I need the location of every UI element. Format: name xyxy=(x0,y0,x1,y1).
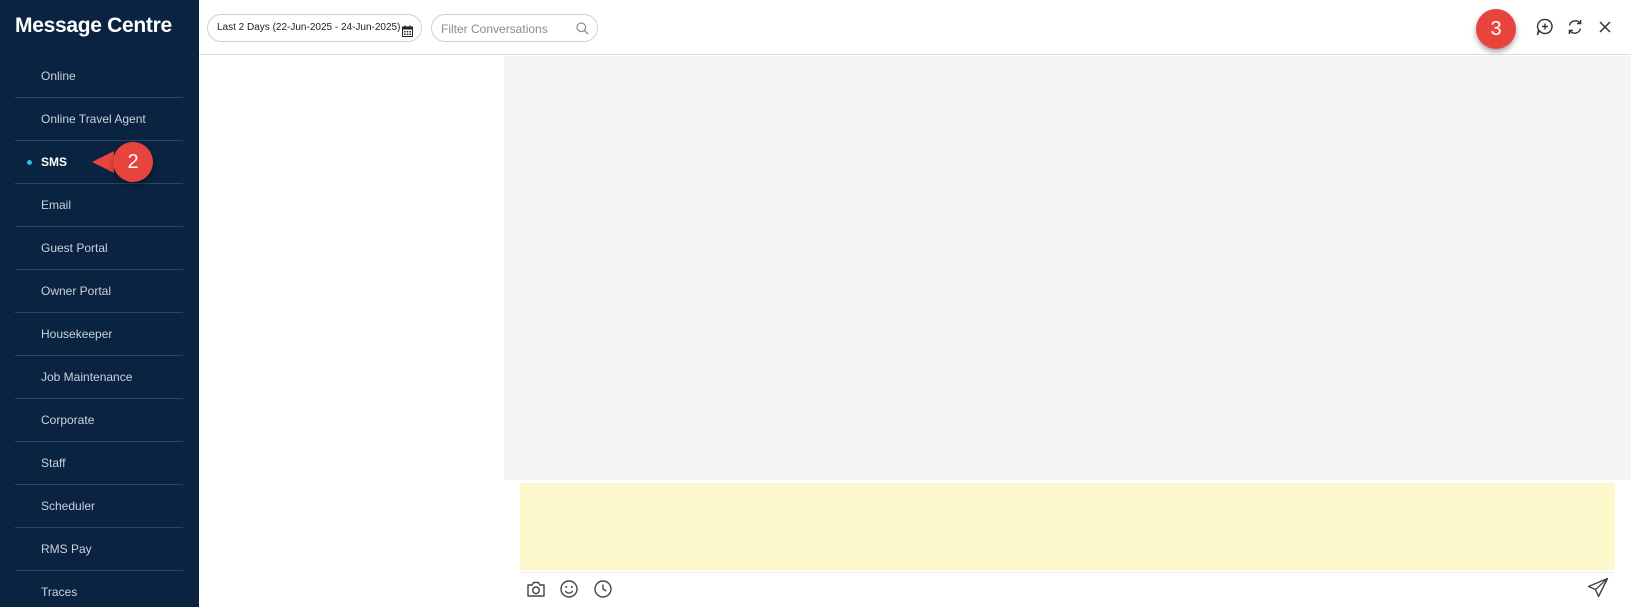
conversation-list xyxy=(199,56,504,607)
send-icon[interactable] xyxy=(1586,576,1609,598)
calendar-icon[interactable] xyxy=(402,22,413,48)
sidebar-item-label: Staff xyxy=(41,456,66,470)
close-icon[interactable] xyxy=(1595,17,1615,37)
sidebar-item-label: Traces xyxy=(41,585,78,599)
refresh-icon[interactable] xyxy=(1565,17,1585,37)
emoji-icon[interactable] xyxy=(558,578,580,600)
sidebar-item-rms-pay[interactable]: RMS Pay xyxy=(15,528,183,571)
active-indicator-dot xyxy=(27,160,32,165)
compose-divider xyxy=(520,572,1615,573)
top-toolbar: Last 2 Days (22-Jun-2025 - 24-Jun-2025) xyxy=(199,0,1631,55)
sidebar-item-online-travel-agent[interactable]: Online Travel Agent xyxy=(15,98,183,141)
sidebar-item-scheduler[interactable]: Scheduler xyxy=(15,485,183,528)
sidebar-item-label: Owner Portal xyxy=(41,284,112,298)
sidebar-item-email[interactable]: Email xyxy=(15,184,183,227)
sidebar-item-label: Corporate xyxy=(41,413,95,427)
sidebar-item-staff[interactable]: Staff xyxy=(15,442,183,485)
sidebar-title: Message Centre xyxy=(15,14,172,37)
sidebar-item-label: SMS xyxy=(41,155,68,169)
sidebar-nav: Online Online Travel Agent SMS Email Gue… xyxy=(15,55,183,607)
sidebar-item-label: Email xyxy=(41,198,72,212)
sidebar-item-owner-portal[interactable]: Owner Portal xyxy=(15,270,183,313)
sidebar-item-online[interactable]: Online xyxy=(15,55,183,98)
camera-icon[interactable] xyxy=(525,578,547,600)
message-thread-area xyxy=(504,56,1631,480)
sidebar-item-label: Scheduler xyxy=(41,499,96,513)
sidebar-item-label: Housekeeper xyxy=(41,327,113,341)
date-range-selector[interactable]: Last 2 Days (22-Jun-2025 - 24-Jun-2025) xyxy=(207,14,422,42)
callout-pointer xyxy=(92,151,114,173)
sidebar-item-guest-portal[interactable]: Guest Portal xyxy=(15,227,183,270)
sidebar-item-traces[interactable]: Traces xyxy=(15,571,183,607)
sidebar-item-label: Online xyxy=(41,69,76,83)
callout-badge: 3 xyxy=(1476,9,1516,49)
date-range-label: Last 2 Days (22-Jun-2025 - 24-Jun-2025) xyxy=(217,22,401,33)
sidebar-item-label: Job Maintenance xyxy=(41,370,133,384)
filter-conversations-input[interactable] xyxy=(441,20,571,37)
new-conversation-icon[interactable] xyxy=(1535,17,1555,37)
sidebar-item-label: RMS Pay xyxy=(41,542,92,556)
sidebar-item-housekeeper[interactable]: Housekeeper xyxy=(15,313,183,356)
clock-icon[interactable] xyxy=(592,578,614,600)
filter-conversations[interactable] xyxy=(431,14,598,42)
message-compose-input[interactable] xyxy=(520,483,1615,570)
sidebar-item-job-maintenance[interactable]: Job Maintenance xyxy=(15,356,183,399)
search-icon[interactable] xyxy=(576,22,589,40)
sidebar-item-label: Online Travel Agent xyxy=(41,112,146,126)
sidebar-item-corporate[interactable]: Corporate xyxy=(15,399,183,442)
sidebar-item-label: Guest Portal xyxy=(41,241,108,255)
sidebar: Message Centre Online Online Travel Agen… xyxy=(0,0,199,607)
callout-badge: 2 xyxy=(113,142,153,182)
